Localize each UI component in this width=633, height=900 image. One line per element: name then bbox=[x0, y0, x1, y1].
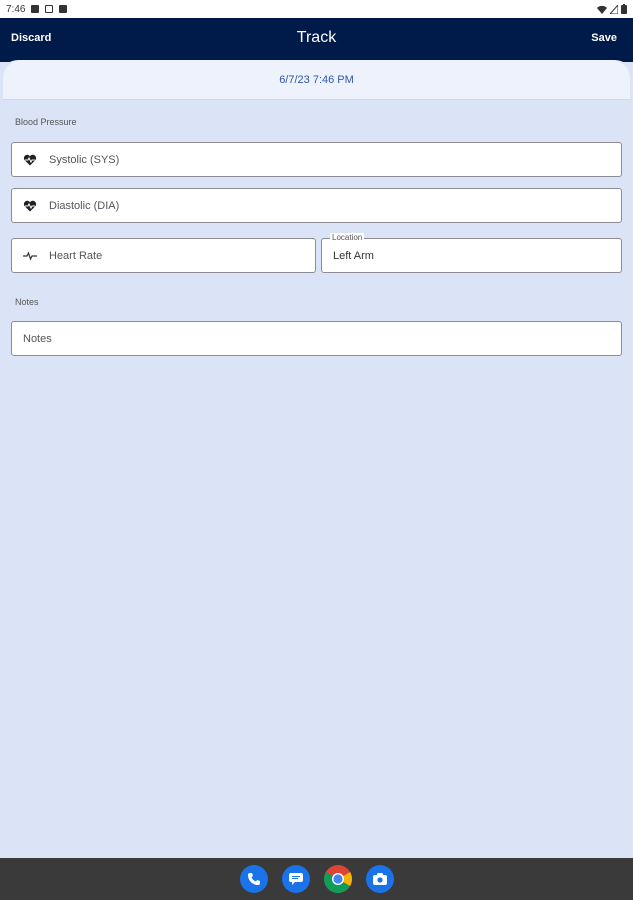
signal-icon bbox=[610, 4, 618, 14]
date-time-selector[interactable]: 6/7/23 7:46 PM bbox=[3, 60, 630, 100]
app-bar: Discard Track Save bbox=[0, 18, 633, 62]
heart-rate-placeholder: Heart Rate bbox=[49, 249, 103, 262]
location-label: Location bbox=[330, 233, 365, 243]
save-button[interactable]: Save bbox=[591, 32, 617, 44]
systolic-placeholder: Systolic (SYS) bbox=[49, 153, 120, 166]
notification-icon bbox=[31, 5, 40, 13]
location-field[interactable]: Location Left Arm bbox=[321, 233, 622, 273]
chrome-icon[interactable] bbox=[323, 865, 352, 893]
systolic-field[interactable]: Systolic (SYS) bbox=[11, 142, 622, 177]
track-sheet: 6/7/23 7:46 PM Blood Pressure Systolic (… bbox=[0, 60, 633, 858]
pulse-line-icon bbox=[23, 249, 37, 263]
diastolic-placeholder: Diastolic (DIA) bbox=[49, 199, 120, 212]
messages-icon[interactable] bbox=[281, 865, 310, 893]
sim-icon bbox=[45, 5, 54, 13]
clipboard-icon bbox=[59, 5, 68, 13]
page-title: Track bbox=[296, 29, 337, 46]
blood-pressure-label: Blood Pressure bbox=[15, 117, 77, 127]
diastolic-field[interactable]: Diastolic (DIA) bbox=[11, 188, 622, 223]
location-value: Left Arm bbox=[333, 249, 374, 262]
battery-icon bbox=[621, 4, 627, 14]
notes-field[interactable]: Notes bbox=[11, 321, 622, 356]
camera-icon[interactable] bbox=[365, 865, 394, 893]
status-bar: 7:46 bbox=[0, 0, 633, 18]
notes-label: Notes bbox=[15, 297, 39, 307]
wifi-icon bbox=[597, 5, 607, 14]
heart-pulse-icon bbox=[23, 199, 37, 213]
heart-pulse-icon bbox=[23, 153, 37, 167]
status-time: 7:46 bbox=[6, 3, 26, 15]
phone-icon[interactable] bbox=[239, 865, 268, 893]
dock-bar bbox=[0, 858, 633, 900]
heart-rate-field[interactable]: Heart Rate bbox=[11, 238, 316, 273]
notes-placeholder: Notes bbox=[23, 332, 52, 345]
